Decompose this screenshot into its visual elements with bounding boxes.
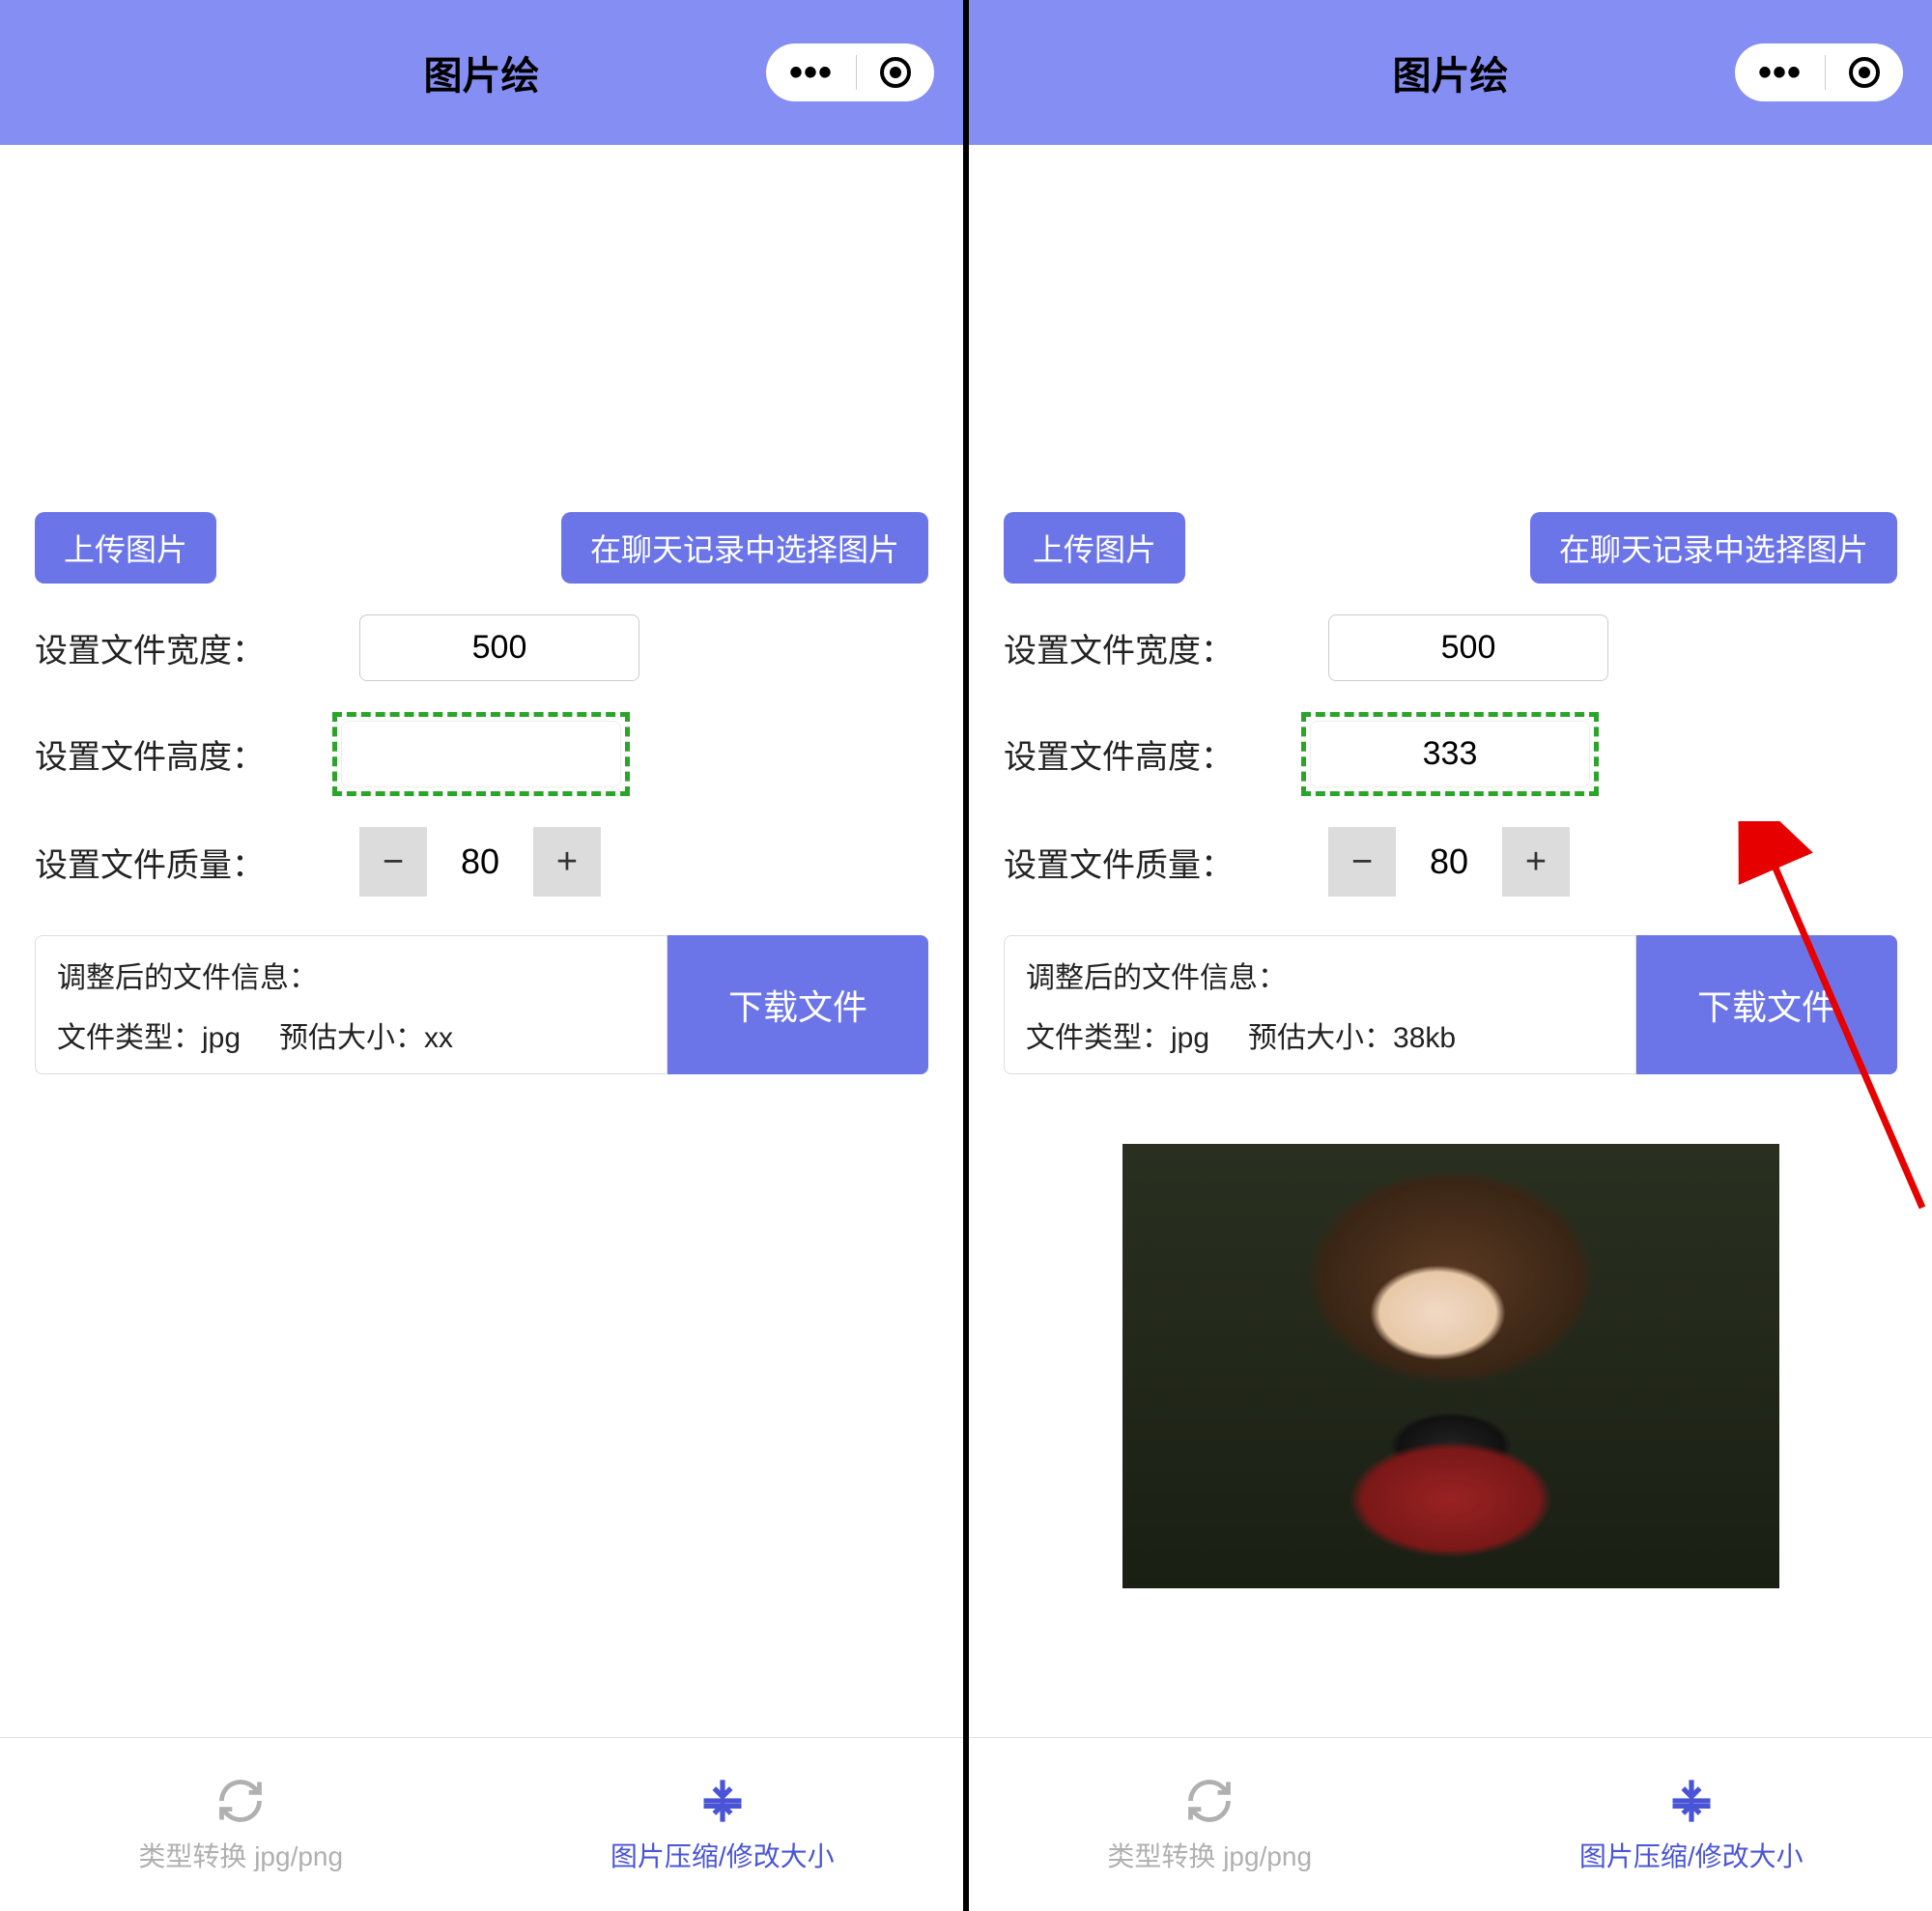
file-info-box: 调整后的文件信息： 文件类型：jpg 预估大小：xx	[35, 935, 668, 1074]
refresh-icon	[1184, 1776, 1235, 1826]
quality-increment-button[interactable]: +	[1502, 827, 1570, 897]
compress-icon	[697, 1776, 748, 1826]
quality-value-input[interactable]	[1396, 827, 1502, 897]
width-row: 设置文件宽度：	[35, 614, 928, 681]
highlight-box	[332, 712, 630, 796]
panel-after: 图片绘 ••• 上传图片 在聊天记录中选择图片 设置文件宽度： 设置文件高度： …	[966, 0, 1932, 1911]
tab-compress-label: 图片压缩/修改大小	[1579, 1836, 1804, 1874]
image-preview-wrap	[1004, 1144, 1897, 1588]
tab-convert[interactable]: 类型转换 jpg/png	[0, 1738, 482, 1911]
highlight-box	[1301, 712, 1599, 796]
file-size: 预估大小：xx	[279, 1013, 453, 1056]
tab-compress[interactable]: 图片压缩/修改大小	[482, 1738, 964, 1911]
file-type: 文件类型：jpg	[1026, 1013, 1209, 1056]
quality-decrement-button[interactable]: −	[1328, 827, 1396, 897]
header: 图片绘 •••	[0, 0, 963, 145]
file-info-row: 调整后的文件信息： 文件类型：jpg 预估大小：xx 下载文件	[35, 935, 928, 1074]
height-input[interactable]	[341, 721, 621, 787]
quality-stepper: − +	[1328, 827, 1570, 897]
height-label: 设置文件高度：	[35, 730, 344, 778]
download-button[interactable]: 下载文件	[668, 935, 928, 1074]
height-row: 设置文件高度：	[1004, 712, 1897, 796]
quality-row: 设置文件质量： − +	[1004, 827, 1897, 897]
width-row: 设置文件宽度：	[1004, 614, 1897, 681]
capsule-divider	[1825, 55, 1826, 90]
file-info-details: 文件类型：jpg 预估大小：xx	[57, 1013, 645, 1056]
select-from-chat-button[interactable]: 在聊天记录中选择图片	[1530, 512, 1897, 584]
tabbar: 类型转换 jpg/png 图片压缩/修改大小	[0, 1737, 963, 1911]
close-target-icon[interactable]	[880, 57, 911, 88]
quality-value-input[interactable]	[427, 827, 533, 897]
menu-icon[interactable]: •••	[789, 65, 833, 80]
quality-row: 设置文件质量： − +	[35, 827, 928, 897]
height-row: 设置文件高度：	[35, 712, 928, 796]
width-label: 设置文件宽度：	[35, 624, 344, 671]
file-size: 预估大小：38kb	[1248, 1013, 1456, 1056]
content-area: 上传图片 在聊天记录中选择图片 设置文件宽度： 设置文件高度： 设置文件质量： …	[0, 145, 963, 1737]
tab-compress-label: 图片压缩/修改大小	[611, 1836, 835, 1874]
content-area: 上传图片 在聊天记录中选择图片 设置文件宽度： 设置文件高度： 设置文件质量： …	[969, 145, 1932, 1737]
tab-convert-label: 类型转换 jpg/png	[138, 1836, 343, 1874]
height-label: 设置文件高度：	[1004, 730, 1313, 778]
tabbar: 类型转换 jpg/png 图片压缩/修改大小	[969, 1737, 1932, 1911]
width-input[interactable]	[359, 614, 639, 681]
upload-row: 上传图片 在聊天记录中选择图片	[35, 512, 928, 584]
upload-row: 上传图片 在聊天记录中选择图片	[1004, 512, 1897, 584]
app-title: 图片绘	[1393, 44, 1509, 100]
tab-compress[interactable]: 图片压缩/修改大小	[1451, 1738, 1932, 1911]
select-from-chat-button[interactable]: 在聊天记录中选择图片	[561, 512, 928, 584]
miniprogram-capsule[interactable]: •••	[1735, 43, 1903, 101]
file-info-row: 调整后的文件信息： 文件类型：jpg 预估大小：38kb 下载文件	[1004, 935, 1897, 1074]
file-info-details: 文件类型：jpg 预估大小：38kb	[1026, 1013, 1614, 1056]
tab-convert[interactable]: 类型转换 jpg/png	[969, 1738, 1451, 1911]
miniprogram-capsule[interactable]: •••	[766, 43, 934, 101]
quality-increment-button[interactable]: +	[533, 827, 601, 897]
header: 图片绘 •••	[969, 0, 1932, 145]
width-label: 设置文件宽度：	[1004, 624, 1313, 671]
file-type: 文件类型：jpg	[57, 1013, 241, 1056]
menu-icon[interactable]: •••	[1758, 65, 1802, 80]
compress-icon	[1666, 1776, 1717, 1826]
file-info-box: 调整后的文件信息： 文件类型：jpg 预估大小：38kb	[1004, 935, 1636, 1074]
width-input[interactable]	[1328, 614, 1608, 681]
height-input[interactable]	[1310, 721, 1590, 787]
panel-before: 图片绘 ••• 上传图片 在聊天记录中选择图片 设置文件宽度： 设置文件高度： …	[0, 0, 966, 1911]
image-preview	[1122, 1144, 1779, 1588]
file-info-title: 调整后的文件信息：	[1026, 954, 1614, 996]
upload-button[interactable]: 上传图片	[1004, 512, 1185, 584]
quality-stepper: − +	[359, 827, 601, 897]
tab-convert-label: 类型转换 jpg/png	[1107, 1836, 1312, 1874]
app-title: 图片绘	[424, 44, 540, 100]
quality-decrement-button[interactable]: −	[359, 827, 427, 897]
refresh-icon	[215, 1776, 266, 1826]
quality-label: 设置文件质量：	[1004, 839, 1313, 886]
upload-button[interactable]: 上传图片	[35, 512, 216, 584]
download-button[interactable]: 下载文件	[1636, 935, 1897, 1074]
capsule-divider	[856, 55, 857, 90]
close-target-icon[interactable]	[1849, 57, 1880, 88]
quality-label: 设置文件质量：	[35, 839, 344, 886]
file-info-title: 调整后的文件信息：	[57, 954, 645, 996]
